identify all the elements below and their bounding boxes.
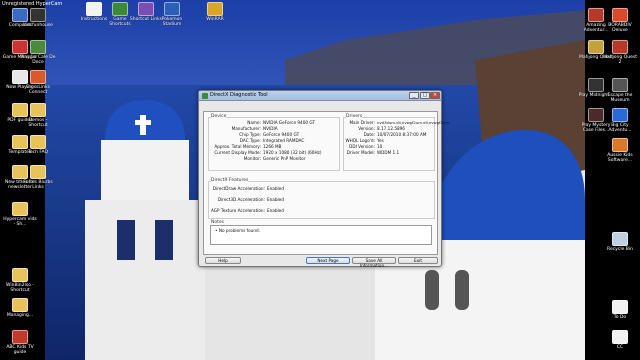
driver-row: Driver Model: WDDM 1.1 — [346, 150, 400, 155]
desktop-icon-mahjong-quest-2[interactable]: Mahjong Quest 2 — [602, 40, 638, 65]
device-row: Current Display Mode: 1920 x 1080 (32 bit… — [214, 150, 322, 155]
display-panel: Device Name: NVIDIA GeForce 9400 GT Manuf… — [203, 111, 449, 255]
folder-icon — [12, 202, 28, 216]
game-icon — [612, 40, 628, 54]
close-button[interactable]: × — [430, 92, 440, 99]
desktop-icon-winrar[interactable]: WinRAR — [197, 2, 233, 22]
device-row: Name: NVIDIA GeForce 9400 GT — [247, 120, 316, 125]
hypercam-watermark: Unregistered HyperCam — [2, 1, 63, 7]
desktop-icon-aussie-kids[interactable]: Aussie Kids Software... — [602, 138, 638, 163]
game-shortcuts-icon — [112, 2, 128, 16]
device-row: DAC Type: Integrated RAMDAC — [239, 138, 305, 143]
desktop-icon-play-la-cale[interactable]: Play La Cale De Doce — [20, 40, 56, 65]
directx-diagnostic-window: DirectX Diagnostic Tool _ □ × System Dis… — [198, 90, 449, 268]
game-icon — [30, 40, 46, 54]
maximize-button[interactable]: □ — [420, 92, 430, 99]
window-title: DirectX Diagnostic Tool — [210, 92, 268, 98]
desktop-icon-abc-kids[interactable]: ABC Kids TV guide — [2, 330, 38, 355]
document-icon — [86, 2, 102, 16]
winbin2iso-icon — [12, 268, 28, 282]
desktop-icon-forms-blurbs[interactable]: Forms Blurbs Links — [20, 165, 56, 190]
feature-row: AGP Texture Acceleration: Enabled — [211, 208, 284, 213]
save-all-button[interactable]: Save All Information... — [352, 257, 396, 268]
help-button[interactable]: Help — [205, 257, 241, 264]
folder-icon — [30, 165, 46, 179]
desktop-icon-winbin2iso[interactable]: WinBin2Iso - Shortcut — [2, 268, 38, 293]
pdf-icon — [12, 330, 28, 344]
kidsfunhouse-icon — [30, 8, 46, 22]
notes-box[interactable]: • No problems found. — [210, 225, 432, 245]
game-icon — [612, 108, 628, 122]
document-icon — [612, 300, 628, 314]
exit-button[interactable]: Exit — [398, 257, 438, 264]
desktop-icon-pokemon[interactable]: Pokemon Stadium — [154, 2, 190, 27]
tab-strip: System Display Sound 1 Sound 2 Input — [203, 103, 342, 122]
desktop-icon-crosslinks[interactable]: CrossLinks Connect — [20, 70, 56, 95]
crosslinks-icon — [30, 70, 46, 84]
driver-row: DDI Version: 10 — [349, 144, 383, 149]
driver-row: Date: 10/07/2010 8:37:00 AM — [363, 132, 427, 137]
drivers-group-title: Drivers — [346, 114, 363, 119]
next-page-button[interactable]: Next Page — [306, 257, 350, 264]
shortcut-links-icon — [138, 2, 154, 16]
game-icon — [612, 138, 628, 152]
feature-row: DirectDraw Acceleration: Enabled — [212, 186, 284, 191]
features-group-title: DirectX Features — [211, 178, 249, 183]
desktop-icon-escape-museum[interactable]: Escape the Museum — [602, 78, 638, 103]
folder-icon — [30, 103, 46, 117]
game-icon — [612, 78, 628, 92]
recycle-bin-icon — [612, 232, 628, 246]
driver-row: WHQL Logo'd: Yes — [345, 138, 384, 143]
device-row: Chip Type: GeForce 9400 GT — [239, 132, 300, 137]
desktop-icon-to-do[interactable]: To Do — [602, 300, 638, 320]
winrar-icon — [207, 2, 223, 16]
desktop-icon-recycle-bin[interactable]: Recycle Bin — [602, 232, 638, 252]
desktop-icon-managing[interactable]: Managing... — [2, 298, 38, 318]
desktop-icon-big-city-adventure[interactable]: Big City Adventu... — [602, 108, 638, 133]
driver-row: Main Driver: nvd3dum.dll,nvwgf2um.dll,nvw… — [349, 120, 449, 125]
title-bar[interactable]: DirectX Diagnostic Tool _ □ × — [199, 91, 441, 101]
desktop-icon-cc[interactable]: CC — [602, 330, 638, 350]
desktop-icon-kidsfunhouse[interactable]: kidsfunhouse — [20, 8, 56, 28]
device-row: Monitor: Generic PnP Monitor — [243, 156, 306, 161]
pokemon-icon — [164, 2, 180, 16]
game-icon — [612, 8, 628, 22]
driver-row: Version: 8.17.12.5896 — [358, 126, 405, 131]
folder-icon — [30, 135, 46, 149]
document-icon — [612, 330, 628, 344]
device-row: Manufacturer: NVIDIA — [231, 126, 278, 131]
desktop-icon-borabdiv[interactable]: BORABDIV Deluxe — [602, 8, 638, 33]
directx-icon — [202, 93, 208, 99]
feature-row: Direct3D Acceleration: Enabled — [217, 197, 284, 202]
desktop-icon-hypercam[interactable]: Hypercam vids - Sh... — [2, 202, 38, 227]
folder-icon — [12, 298, 28, 312]
desktop-icon-demos[interactable]: Demos - Shortcut — [20, 103, 56, 128]
minimize-button[interactable]: _ — [409, 92, 419, 99]
desktop-icon-tech-faq[interactable]: Tech FAQ — [20, 135, 56, 155]
notes-item: • No problems found. — [215, 228, 261, 233]
device-group-title: Device — [211, 114, 227, 119]
desktop: Unregistered HyperCam Computer Game Mana… — [0, 0, 640, 360]
device-row: Approx. Total Memory: 1266 MB — [214, 144, 282, 149]
